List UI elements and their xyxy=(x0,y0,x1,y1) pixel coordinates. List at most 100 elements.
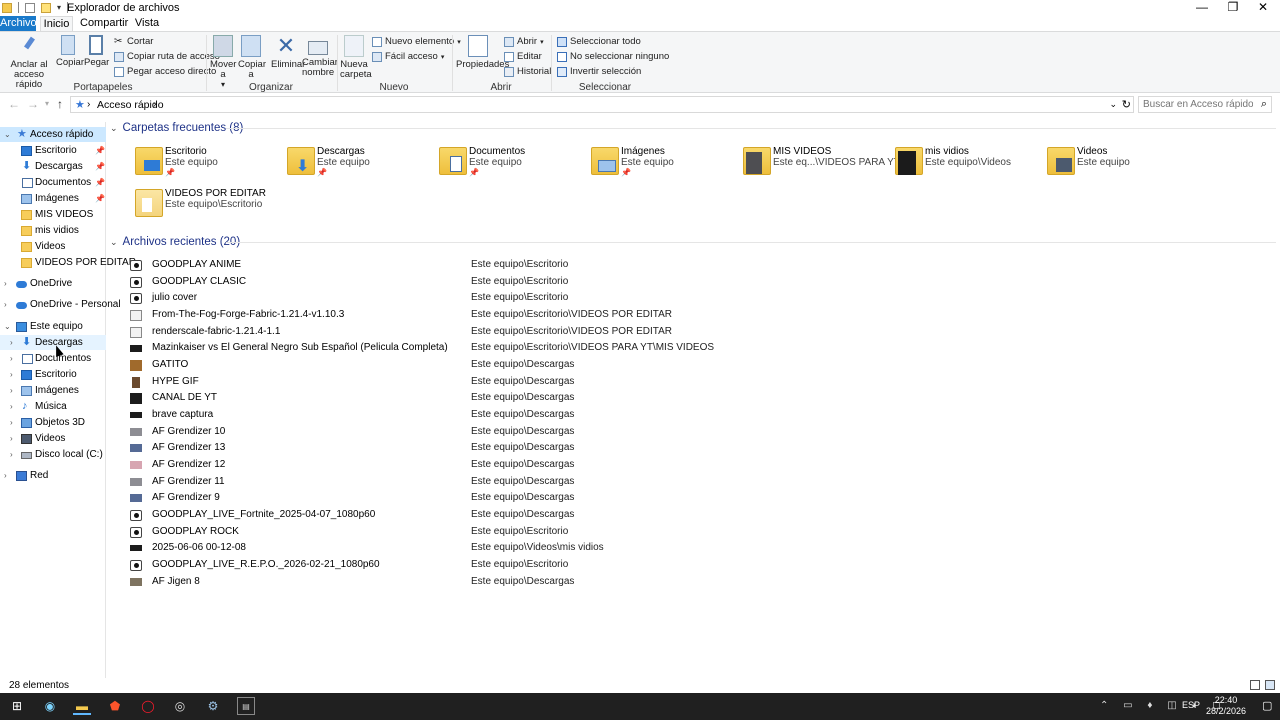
nav-este-equipo[interactable]: ⌄ Este equipo xyxy=(0,319,106,334)
steam-icon[interactable]: ⚙ xyxy=(204,697,222,715)
recent-file-row[interactable]: AF Grendizer 13 Este equipo\Descargas xyxy=(130,440,1270,456)
up-arrow-icon[interactable]: ↑ xyxy=(57,95,63,113)
copy-to-button[interactable]: Copiar a xyxy=(238,35,266,80)
rename-button[interactable]: Cambiar nombre xyxy=(302,35,338,78)
frequent-folders-header[interactable]: ⌄ Carpetas frecuentes (8) xyxy=(110,120,243,136)
chevron-down-icon[interactable]: ⌄ xyxy=(110,123,118,134)
recent-file-row[interactable]: GOODPLAY_LIVE_R.E.P.O._2026-02-21_1080p6… xyxy=(130,557,1270,573)
minimize-button[interactable]: — xyxy=(1186,0,1218,16)
frequent-folder-tile[interactable]: Documentos Este equipo 📌 xyxy=(439,143,589,181)
back-arrow-icon[interactable]: ← xyxy=(8,95,20,113)
search-input[interactable] xyxy=(1143,99,1253,110)
paste-shortcut-button[interactable]: Pegar acceso directo xyxy=(114,66,216,77)
address-bar[interactable]: ★ › Acceso rápido › ⌄ ↻ xyxy=(70,96,1134,113)
edit-button[interactable]: Editar xyxy=(504,51,542,62)
cut-button[interactable]: ✂ Cortar xyxy=(114,36,153,47)
copilot-icon[interactable]: ◉ xyxy=(41,697,59,715)
nav-onedrive-personal[interactable]: › OneDrive - Personal xyxy=(0,297,121,312)
select-none-button[interactable]: No seleccionar ninguno xyxy=(557,51,669,62)
recent-file-row[interactable]: GOODPLAY ANIME Este equipo\Escritorio xyxy=(130,257,1270,273)
frequent-folder-tile[interactable]: Escritorio Este equipo 📌 xyxy=(135,143,285,181)
recent-file-row[interactable]: AF Grendizer 11 Este equipo\Descargas xyxy=(130,474,1270,490)
forward-arrow-icon[interactable]: → xyxy=(27,95,39,113)
properties-button[interactable]: Propiedades xyxy=(456,35,509,70)
tab-vista[interactable]: Vista xyxy=(132,16,162,31)
refresh-icon[interactable]: ↻ xyxy=(1122,98,1131,111)
chevron-right-icon[interactable]: › xyxy=(10,335,13,350)
frequent-folder-tile[interactable]: MIS VIDEOS Este eq...\VIDEOS PARA YT xyxy=(743,143,900,181)
chevron-down-icon[interactable]: ⌄ xyxy=(110,237,118,248)
recent-file-row[interactable]: AF Grendizer 12 Este equipo\Descargas xyxy=(130,457,1270,473)
recent-locations-chevron-icon[interactable]: ▾ xyxy=(45,95,49,113)
nav-pc-escritorio[interactable]: › Escritorio xyxy=(0,367,106,382)
chevron-down-icon[interactable]: ⌄ xyxy=(4,127,11,142)
nav-pc-disco-local[interactable]: › Disco local (C:) xyxy=(0,447,106,462)
recent-file-row[interactable]: Mazinkaiser vs El General Negro Sub Espa… xyxy=(130,340,1270,356)
easy-access-button[interactable]: Fácil acceso ▾ xyxy=(372,51,444,62)
chevron-right-icon[interactable]: › xyxy=(10,383,13,398)
clock-time[interactable]: 22:40 xyxy=(1210,695,1242,705)
frequent-folder-tile[interactable]: Imágenes Este equipo 📌 xyxy=(591,143,741,181)
close-button[interactable]: ✕ xyxy=(1247,0,1279,16)
chevron-right-icon[interactable]: › xyxy=(10,351,13,366)
chevron-right-icon[interactable]: › xyxy=(4,297,7,312)
nav-mis-vidios[interactable]: mis vidios xyxy=(0,223,106,238)
pin-quick-access-button[interactable]: Anclar al acceso rápido xyxy=(4,35,54,90)
nav-descargas[interactable]: ⬇ Descargas 📌 xyxy=(0,159,106,174)
search-box[interactable]: ⌕ xyxy=(1138,96,1272,113)
language-indicator[interactable]: ESP xyxy=(1182,700,1200,710)
breadcrumb-chevron-icon[interactable]: › xyxy=(87,99,90,110)
properties-quick-icon[interactable] xyxy=(25,2,35,13)
chevron-right-icon[interactable]: › xyxy=(10,399,13,414)
recent-file-row[interactable]: AF Jigen 8 Este equipo\Descargas xyxy=(130,574,1270,590)
recent-file-row[interactable]: brave captura Este equipo\Descargas xyxy=(130,407,1270,423)
recent-file-row[interactable]: GATITO Este equipo\Descargas xyxy=(130,357,1270,373)
paste-button[interactable]: Pegar xyxy=(84,35,109,68)
opera-browser-icon[interactable]: ◯ xyxy=(139,697,157,715)
nav-pc-documentos[interactable]: › Documentos xyxy=(0,351,106,366)
nav-red[interactable]: › Red xyxy=(0,468,106,483)
recent-file-row[interactable]: CANAL DE YT Este equipo\Descargas xyxy=(130,390,1270,406)
new-item-button[interactable]: Nuevo elemento ▾ xyxy=(372,36,461,47)
recent-file-row[interactable]: renderscale-fabric-1.21.4-1.1 Este equip… xyxy=(130,324,1270,340)
windows-start-icon[interactable]: ⊞ xyxy=(8,697,26,715)
brave-browser-icon[interactable]: ⬟ xyxy=(106,697,124,715)
nav-pc-videos[interactable]: › Videos xyxy=(0,431,106,446)
recent-file-row[interactable]: From-The-Fog-Forge-Fabric-1.21.4-v1.10.3… xyxy=(130,307,1270,323)
recent-file-row[interactable]: GOODPLAY CLASIC Este equipo\Escritorio xyxy=(130,274,1270,290)
notification-icon[interactable]: ▢ xyxy=(1262,699,1272,712)
frequent-folder-tile[interactable]: VIDEOS POR EDITAR Este equipo\Escritorio xyxy=(135,185,285,223)
address-dropdown-icon[interactable]: ⌄ xyxy=(1109,99,1117,110)
tab-archivo[interactable]: Archivo xyxy=(0,16,37,31)
chevron-right-icon[interactable]: › xyxy=(10,431,13,446)
nav-quick-access[interactable]: ⌄ ★ Acceso rápido xyxy=(0,127,106,142)
copy-button[interactable]: Copiar xyxy=(56,35,84,68)
history-button[interactable]: Historial xyxy=(504,66,551,77)
maximize-button[interactable]: ❐ xyxy=(1217,0,1249,16)
nav-mis-videos[interactable]: MIS VIDEOS xyxy=(0,207,106,222)
invert-selection-button[interactable]: Invertir selección xyxy=(557,66,641,77)
nav-videos[interactable]: Videos xyxy=(0,239,106,254)
nav-pc-musica[interactable]: › ♪ Música xyxy=(0,399,106,414)
nav-documentos[interactable]: Documentos 📌 xyxy=(0,175,106,190)
nav-onedrive[interactable]: › OneDrive xyxy=(0,276,106,291)
nav-escritorio[interactable]: Escritorio 📌 xyxy=(0,143,106,158)
new-folder-button[interactable]: Nueva carpeta xyxy=(340,35,372,80)
recent-file-row[interactable]: AF Grendizer 9 Este equipo\Descargas xyxy=(130,490,1270,506)
chevron-right-icon[interactable]: › xyxy=(10,367,13,382)
chevron-right-icon[interactable]: › xyxy=(4,276,7,291)
clock-date[interactable]: 28/2/2026 xyxy=(1200,706,1252,716)
recent-file-row[interactable]: HYPE GIF Este equipo\Descargas xyxy=(130,374,1270,390)
chevron-down-icon[interactable]: ⌄ xyxy=(4,319,11,334)
nav-pc-imagenes[interactable]: › Imágenes xyxy=(0,383,106,398)
recent-file-row[interactable]: julio cover Este equipo\Escritorio xyxy=(130,290,1270,306)
large-icons-view-icon[interactable] xyxy=(1265,680,1275,690)
chevron-right-icon[interactable]: › xyxy=(10,415,13,430)
recent-file-row[interactable]: GOODPLAY_LIVE_Fortnite_2025-04-07_1080p6… xyxy=(130,507,1270,523)
obs-studio-icon[interactable]: ◎ xyxy=(171,697,189,715)
nav-pc-objetos-3d[interactable]: › Objetos 3D xyxy=(0,415,106,430)
tab-compartir[interactable]: Compartir xyxy=(80,16,128,31)
nav-videos-por-editar[interactable]: VIDEOS POR EDITAR xyxy=(0,255,136,270)
frequent-folder-tile[interactable]: Videos Este equipo xyxy=(1047,143,1197,181)
chevron-right-icon[interactable]: › xyxy=(10,447,13,462)
